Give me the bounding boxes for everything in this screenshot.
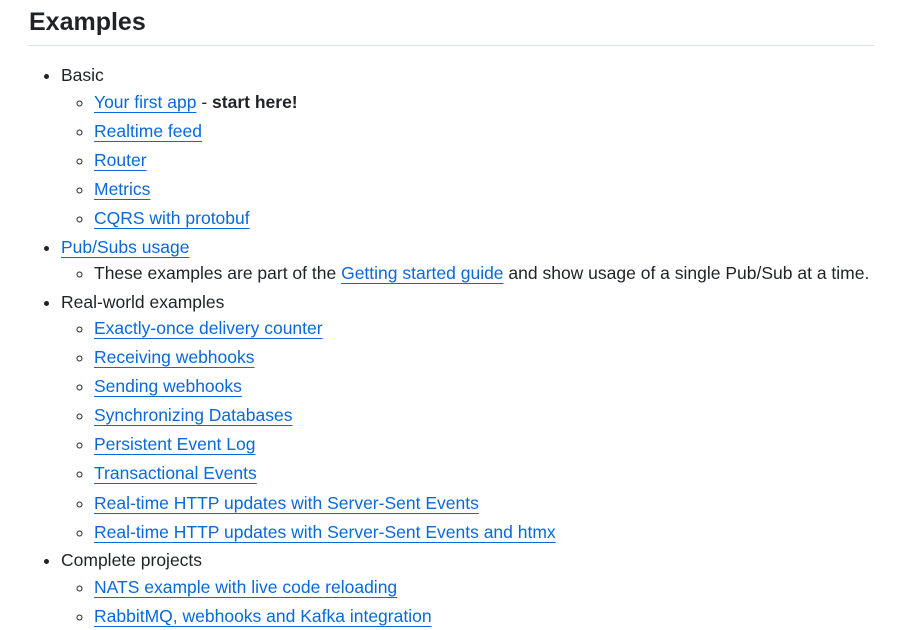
list-item: Transactional Events (94, 460, 874, 487)
link-exactly-once-delivery-counter[interactable]: Exactly-once delivery counter (94, 318, 323, 338)
complete-projects-sublist: NATS example with live code reloading Ra… (61, 574, 874, 630)
link-realtime-feed[interactable]: Realtime feed (94, 121, 202, 141)
list-item-real-world: Real-world examples Exactly-once deliver… (61, 289, 874, 546)
list-item: Your first app - start here! (94, 89, 874, 116)
list-item-complete-projects: Complete projects NATS example with live… (61, 547, 874, 630)
list-item: Synchronizing Databases (94, 402, 874, 429)
separator-text: - (196, 91, 213, 112)
link-realtime-http-sse-htmx[interactable]: Real-time HTTP updates with Server-Sent … (94, 522, 556, 542)
list-item: NATS example with live code reloading (94, 574, 874, 601)
list-item: Persistent Event Log (94, 431, 874, 458)
start-here-label: start here! (212, 91, 298, 112)
link-cqrs-with-protobuf[interactable]: CQRS with protobuf (94, 208, 250, 228)
list-item: RabbitMQ, webhooks and Kafka integration (94, 603, 874, 630)
pubsub-sublist: These examples are part of the Getting s… (61, 260, 874, 287)
list-item: Router (94, 147, 874, 174)
list-item: Receiving webhooks (94, 344, 874, 371)
list-item: Real-time HTTP updates with Server-Sent … (94, 519, 874, 546)
link-getting-started-guide[interactable]: Getting started guide (341, 263, 503, 283)
list-item: Exactly-once delivery counter (94, 315, 874, 342)
section-heading: Examples (29, 4, 874, 47)
link-synchronizing-databases[interactable]: Synchronizing Databases (94, 405, 292, 425)
list-item: CQRS with protobuf (94, 205, 874, 232)
category-label-real-world: Real-world examples (61, 291, 225, 312)
link-receiving-webhooks[interactable]: Receiving webhooks (94, 347, 255, 367)
link-rabbitmq-webhooks-kafka[interactable]: RabbitMQ, webhooks and Kafka integration (94, 606, 432, 626)
link-transactional-events[interactable]: Transactional Events (94, 463, 257, 483)
category-label-complete-projects: Complete projects (61, 550, 203, 571)
list-item: Real-time HTTP updates with Server-Sent … (94, 490, 874, 517)
link-persistent-event-log[interactable]: Persistent Event Log (94, 434, 255, 454)
basic-sublist: Your first app - start here! Realtime fe… (61, 89, 874, 233)
list-item-basic: Basic Your first app - start here! Realt… (61, 62, 874, 232)
link-metrics[interactable]: Metrics (94, 179, 150, 199)
list-item: Realtime feed (94, 118, 874, 145)
link-sending-webhooks[interactable]: Sending webhooks (94, 376, 242, 396)
examples-list: Basic Your first app - start here! Realt… (29, 62, 874, 630)
note-text-before: These examples are part of the (94, 262, 342, 283)
link-pubsubs-usage[interactable]: Pub/Subs usage (61, 237, 189, 257)
readme-content: Examples Basic Your first app - start he… (0, 0, 899, 628)
link-nats-example[interactable]: NATS example with live code reloading (94, 577, 397, 597)
list-item: Sending webhooks (94, 373, 874, 400)
link-your-first-app[interactable]: Your first app (94, 92, 196, 112)
category-label-basic: Basic (61, 65, 104, 86)
real-world-sublist: Exactly-once delivery counter Receiving … (61, 315, 874, 546)
list-item: Metrics (94, 176, 874, 203)
list-item-pubsub: Pub/Subs usage These examples are part o… (61, 234, 874, 287)
link-realtime-http-sse[interactable]: Real-time HTTP updates with Server-Sent … (94, 493, 479, 513)
note-text-after: and show usage of a single Pub/Sub at a … (503, 262, 870, 283)
link-router[interactable]: Router (94, 150, 147, 170)
list-item: These examples are part of the Getting s… (94, 260, 874, 287)
